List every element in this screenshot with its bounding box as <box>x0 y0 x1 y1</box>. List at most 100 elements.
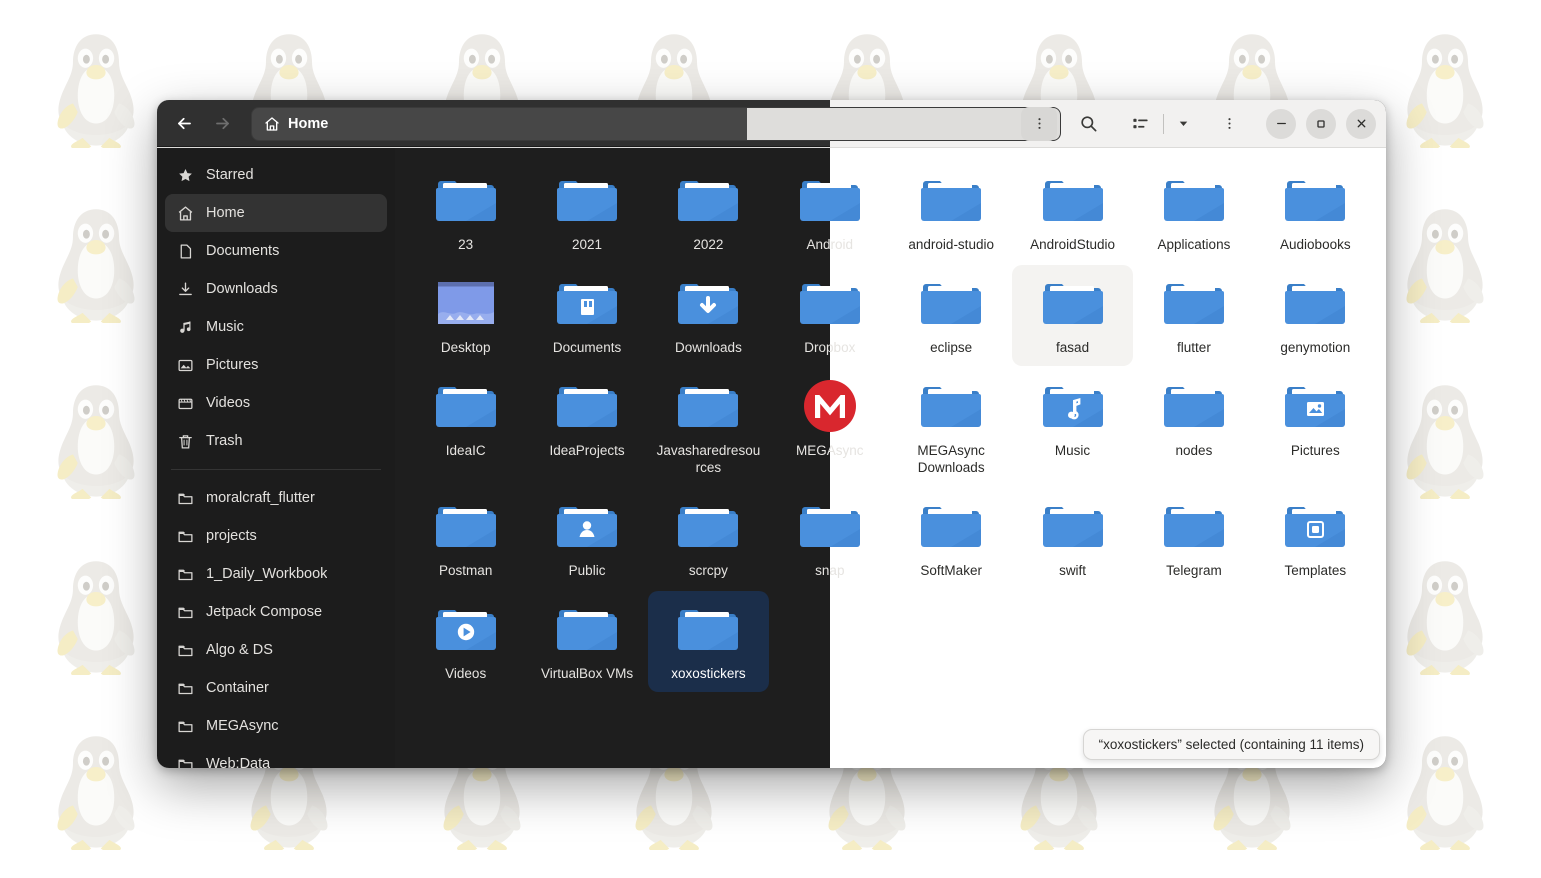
sidebar-bookmark-web-data[interactable]: Web:Data <box>165 745 387 768</box>
file-item[interactable]: Javasharedresources <box>648 368 769 486</box>
folder-plain-icon <box>918 377 984 435</box>
sidebar-item-home[interactable]: Home <box>165 194 387 232</box>
folder-plain-icon <box>1282 274 1348 332</box>
folder-music-icon <box>1040 377 1106 435</box>
file-item[interactable]: scrcpy <box>648 488 769 589</box>
sidebar-item-documents[interactable]: Documents <box>165 232 387 270</box>
back-button[interactable] <box>167 107 201 141</box>
file-item-label: Downloads <box>675 340 742 355</box>
sidebar-bookmark-algo-ds[interactable]: Algo & DS <box>165 631 387 669</box>
folder-plain-icon <box>918 171 984 229</box>
file-item-label: Pictures <box>1290 443 1340 458</box>
file-item-label: 2022 <box>693 237 724 252</box>
file-item[interactable]: snap <box>769 488 890 589</box>
path-bar[interactable]: Home <box>251 106 1061 141</box>
file-item-label: xoxostickers <box>671 666 746 681</box>
file-item-label: android-studio <box>908 237 994 252</box>
file-item-label: Documents <box>552 340 622 355</box>
file-item[interactable]: SoftMaker <box>891 488 1012 589</box>
path-bar-label: Home <box>288 115 329 132</box>
file-item[interactable]: Public <box>526 488 647 589</box>
file-item[interactable]: 2021 <box>526 162 647 263</box>
file-item[interactable]: eclipse <box>891 265 1012 366</box>
file-item-label: Public <box>568 563 606 578</box>
folder-plain-icon <box>675 497 741 555</box>
file-item[interactable]: fasad <box>1011 265 1134 366</box>
close-button[interactable] <box>1346 108 1376 139</box>
file-item[interactable]: Postman <box>405 488 526 589</box>
file-item[interactable]: 2022 <box>648 162 769 263</box>
sidebar-item-videos[interactable]: Videos <box>165 384 387 422</box>
folder-plain-icon <box>918 497 984 555</box>
minimize-button[interactable] <box>1266 108 1296 139</box>
folder-plain-icon <box>797 274 863 332</box>
app-menu-button[interactable] <box>1212 107 1246 141</box>
file-item[interactable]: Telegram <box>1133 488 1254 589</box>
sidebar-bookmark-projects[interactable]: projects <box>165 517 387 555</box>
file-item[interactable]: xoxostickers <box>647 591 770 692</box>
file-item[interactable]: MEGAsync Downloads <box>891 368 1012 486</box>
file-item[interactable]: Documents <box>526 265 647 366</box>
sidebar-item-starred[interactable]: Starred <box>165 156 387 194</box>
sidebar-item-music[interactable]: Music <box>165 308 387 346</box>
file-item[interactable]: swift <box>1012 488 1133 589</box>
sidebar-bookmark-megasync[interactable]: MEGAsync <box>165 707 387 745</box>
folder-plain-icon <box>433 497 499 555</box>
file-item-label: VirtualBox VMs <box>541 666 634 681</box>
status-badge: “xoxostickers” selected (containing 11 i… <box>1082 729 1380 760</box>
file-grid: 23 2021 2022 Android android-studio AndroidSt… <box>395 148 1386 692</box>
download-icon <box>177 281 194 298</box>
file-item[interactable]: Pictures <box>1255 368 1376 486</box>
sidebar-item-pictures[interactable]: Pictures <box>165 346 387 384</box>
file-item[interactable]: flutter <box>1133 265 1254 366</box>
mega-logo-icon <box>797 377 863 435</box>
file-item[interactable]: MEGAsync <box>769 368 890 486</box>
file-item[interactable]: Android <box>769 162 890 263</box>
sidebar-bookmark-label: 1_Daily_Workbook <box>206 566 328 582</box>
file-item-label: nodes <box>1175 443 1213 458</box>
file-item[interactable]: Downloads <box>648 265 769 366</box>
folder-plain-icon <box>433 171 499 229</box>
sidebar-item-label: Pictures <box>206 357 259 373</box>
file-item[interactable]: IdeaIC <box>405 368 526 486</box>
forward-button[interactable] <box>205 107 239 141</box>
view-mode-button[interactable] <box>1123 107 1157 141</box>
file-item[interactable]: nodes <box>1133 368 1254 486</box>
file-item[interactable]: 23 <box>405 162 526 263</box>
file-item-label: MEGAsync Downloads <box>917 443 985 475</box>
file-item[interactable]: AndroidStudio <box>1012 162 1133 263</box>
folder-plain-icon <box>1282 171 1348 229</box>
file-item[interactable]: Applications <box>1133 162 1254 263</box>
file-item[interactable]: Audiobooks <box>1255 162 1376 263</box>
maximize-button[interactable] <box>1306 108 1336 139</box>
sidebar-item-downloads[interactable]: Downloads <box>165 270 387 308</box>
sidebar-bookmark-moralcraft-flutter[interactable]: moralcraft_flutter <box>165 479 387 517</box>
file-item[interactable]: Videos <box>405 591 526 692</box>
file-item[interactable]: genymotion <box>1255 265 1376 366</box>
search-button[interactable] <box>1071 107 1105 141</box>
image-icon <box>177 357 194 374</box>
file-item[interactable]: VirtualBox VMs <box>526 591 647 692</box>
sidebar-places-list: Starred Home Documents Downloads Music Pictur… <box>165 156 387 460</box>
sidebar-bookmark-1-daily-workbook[interactable]: 1_Daily_Workbook <box>165 555 387 593</box>
path-menu-button[interactable] <box>1021 106 1057 141</box>
file-item-label: Javasharedresources <box>656 443 761 475</box>
folder-plain-icon <box>1161 274 1227 332</box>
sidebar-bookmark-label: Container <box>206 680 269 696</box>
file-item[interactable]: Desktop <box>405 265 526 366</box>
sidebar-bookmark-jetpack-compose[interactable]: Jetpack Compose <box>165 593 387 631</box>
file-item[interactable]: Music <box>1012 368 1133 486</box>
file-item[interactable]: IdeaProjects <box>526 368 647 486</box>
folder-plain-icon <box>1161 377 1227 435</box>
file-item[interactable]: Dropbox <box>769 265 890 366</box>
view-options-dropdown[interactable] <box>1170 107 1196 141</box>
file-item-label: Telegram <box>1166 563 1222 578</box>
desktop: Home Starred Home Documents Downloads Mu… <box>0 0 1541 878</box>
file-item[interactable]: android-studio <box>891 162 1012 263</box>
folder-plain-icon <box>1040 274 1106 332</box>
sidebar-bookmark-container[interactable]: Container <box>165 669 387 707</box>
home-icon <box>177 205 194 222</box>
file-item[interactable]: Templates <box>1255 488 1376 589</box>
file-item-label: Desktop <box>440 340 491 355</box>
sidebar-item-trash[interactable]: Trash <box>165 422 387 460</box>
